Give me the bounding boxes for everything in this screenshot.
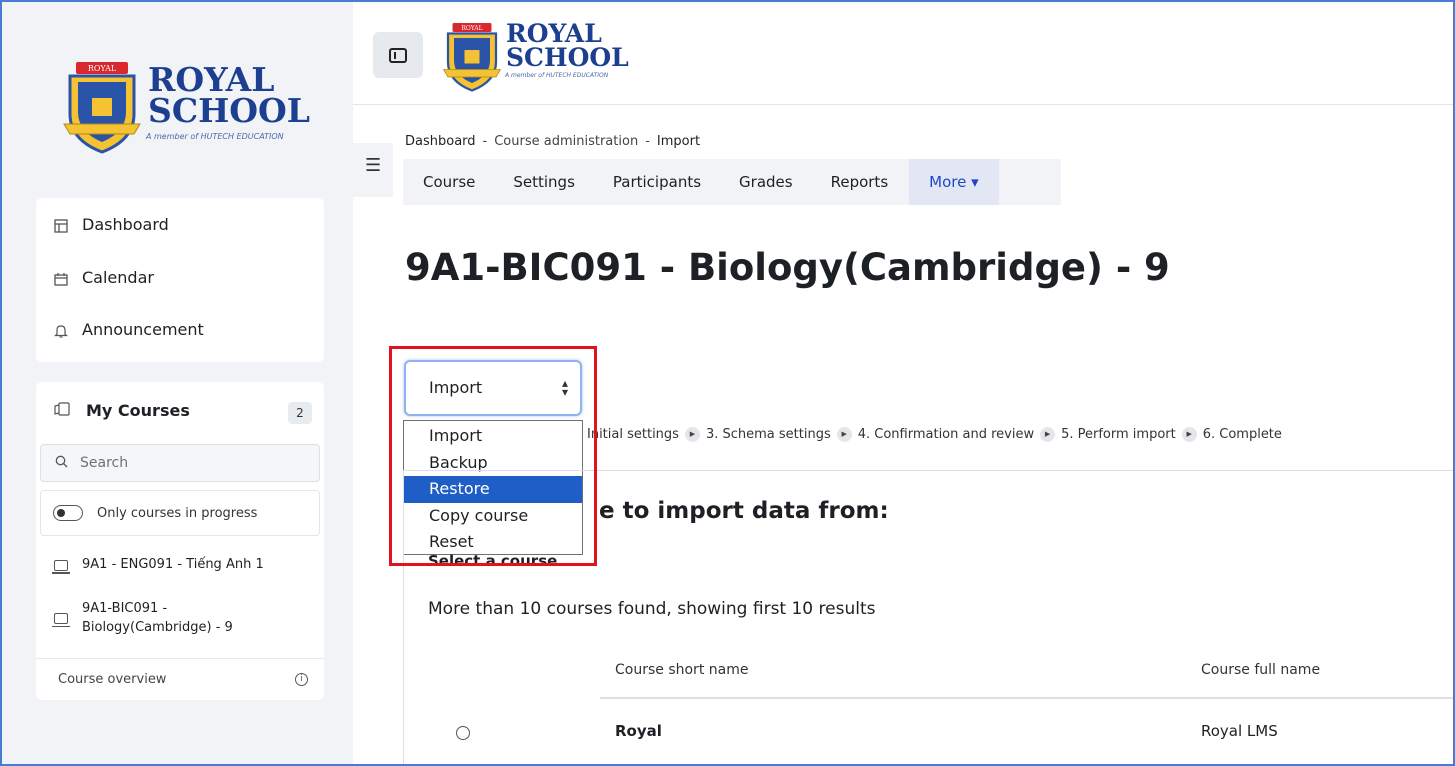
sidebar-item-announcement[interactable]: Announcement (54, 320, 204, 339)
brand-line2: SCHOOL (148, 91, 310, 131)
main-nav-card: Dashboard Calendar Announcement (36, 198, 324, 362)
in-progress-filter[interactable]: Only courses in progress (40, 490, 320, 536)
brand-tagline: A member of HUTECH EDUCATION (505, 71, 609, 79)
course-label: 9A1 - ENG091 - Tiếng Anh 1 (82, 557, 264, 572)
sidebar-item-label: Dashboard (82, 215, 169, 234)
sort-arrows-icon: ▴ ▾ (561, 376, 568, 399)
tab-reports[interactable]: Reports (812, 159, 908, 205)
course-overview-link[interactable]: Course overview (58, 672, 166, 687)
secondary-navigation: Course Settings Participants Grades Repo… (403, 159, 1061, 205)
option-copy-course[interactable]: Copy course (404, 503, 582, 530)
my-courses-header[interactable]: My Courses (54, 401, 190, 420)
tab-settings[interactable]: Settings (494, 159, 594, 205)
content-border (403, 470, 404, 766)
arrow-right-icon: ▶ (1040, 427, 1056, 442)
select-course-label: Select a course (428, 552, 558, 570)
breadcrumb-course-admin[interactable]: Course administration (494, 134, 638, 149)
arrow-right-icon: ▶ (684, 427, 700, 442)
option-backup[interactable]: Backup (404, 450, 582, 477)
tab-grades[interactable]: Grades (720, 159, 812, 205)
step-label: 4. Confirmation and review (857, 427, 1035, 442)
sidebar-item-label: Announcement (82, 320, 204, 339)
info-icon[interactable]: i (295, 673, 308, 686)
breadcrumb-import: Import (656, 134, 701, 149)
course-search-input[interactable]: Search (40, 444, 320, 482)
index-menu-icon: ☰ (365, 155, 382, 176)
page-title: 9A1-BIC091 - Biology(Cambridge) - 9 (405, 246, 1170, 289)
action-select-dropdown: Import Backup Restore Copy course Reset (403, 420, 583, 555)
course-label: 9A1-BIC091 - Biology(Cambridge) - 9 (82, 601, 233, 635)
content-divider (403, 470, 1453, 471)
table-header-divider (600, 697, 1453, 699)
header-logo[interactable]: ROYAL ROYAL SCHOOL A member of HUTECH ED… (442, 20, 629, 96)
breadcrumb-separator: - (645, 134, 650, 149)
cell-short-name: Royal (615, 722, 662, 740)
column-header-full-name[interactable]: Course full name (1201, 662, 1320, 678)
laptop-icon (52, 613, 70, 628)
sidebar-item-label: Calendar (82, 268, 154, 287)
crest-icon: ROYAL (442, 20, 502, 96)
breadcrumb: Dashboard - Course administration - Impo… (405, 134, 700, 149)
action-select[interactable]: Import ▴ ▾ (404, 360, 582, 416)
tab-more[interactable]: More ▾ (909, 159, 999, 205)
course-index-toggle[interactable]: ☰ (353, 143, 393, 197)
filter-label: Only courses in progress (97, 505, 258, 521)
step-label: 5. Perform import (1061, 427, 1176, 442)
action-select-value: Import (429, 378, 483, 397)
sidebar-toggle-icon (389, 47, 407, 63)
calendar-icon (54, 271, 68, 286)
crest-icon: ROYAL (62, 58, 142, 158)
sidebar-item-calendar[interactable]: Calendar (54, 268, 154, 287)
sidebar-item-dashboard[interactable]: Dashboard (54, 215, 169, 234)
school-logo[interactable]: ROYAL ROYAL SCHOOL A member of HUTECH ED… (62, 58, 310, 158)
header-divider (353, 104, 1453, 105)
laptop-icon (52, 559, 70, 574)
courses-icon (54, 401, 70, 420)
import-steps: Initial settings ▶ 3. Schema settings ▶ … (587, 427, 1282, 442)
results-summary: More than 10 courses found, showing firs… (428, 599, 876, 619)
my-courses-card: My Courses 2 Search Only courses in prog… (36, 382, 324, 700)
option-import[interactable]: Import (404, 423, 582, 450)
step-label: Initial settings (587, 427, 679, 442)
section-heading: e to import data from: (599, 498, 889, 524)
divider (36, 658, 324, 659)
my-courses-title: My Courses (86, 401, 190, 420)
search-icon (55, 455, 68, 472)
tab-course[interactable]: Course (403, 159, 494, 205)
course-item-eng091[interactable]: 9A1 - ENG091 - Tiếng Anh 1 (52, 556, 264, 575)
tab-participants[interactable]: Participants (594, 159, 720, 205)
brand-tagline: A member of HUTECH EDUCATION (146, 131, 284, 141)
step-label: 6. Complete (1202, 427, 1282, 442)
toggle-switch[interactable] (53, 505, 83, 521)
sidebar: ROYAL ROYAL SCHOOL A member of HUTECH ED… (2, 2, 353, 764)
course-item-bic091[interactable]: 9A1-BIC091 - Biology(Cambridge) - 9 (52, 600, 233, 638)
breadcrumb-dashboard[interactable]: Dashboard (405, 134, 476, 149)
svg-text:ROYAL: ROYAL (88, 64, 117, 73)
column-header-short-name[interactable]: Course short name (615, 662, 748, 678)
arrow-right-icon: ▶ (1181, 427, 1197, 442)
cell-full-name: Royal LMS (1201, 722, 1278, 740)
search-placeholder: Search (80, 455, 129, 471)
svg-text:ROYAL: ROYAL (461, 25, 482, 32)
course-radio[interactable] (456, 726, 470, 740)
bell-icon (54, 323, 68, 338)
arrow-right-icon: ▶ (836, 427, 852, 442)
toggle-drawer-button[interactable] (373, 32, 423, 78)
option-restore[interactable]: Restore (404, 476, 582, 503)
course-count-badge: 2 (288, 402, 312, 424)
breadcrumb-separator: - (482, 134, 488, 149)
brand-line2: SCHOOL (506, 42, 629, 72)
step-label: 3. Schema settings (705, 427, 831, 442)
dashboard-icon (54, 218, 68, 233)
